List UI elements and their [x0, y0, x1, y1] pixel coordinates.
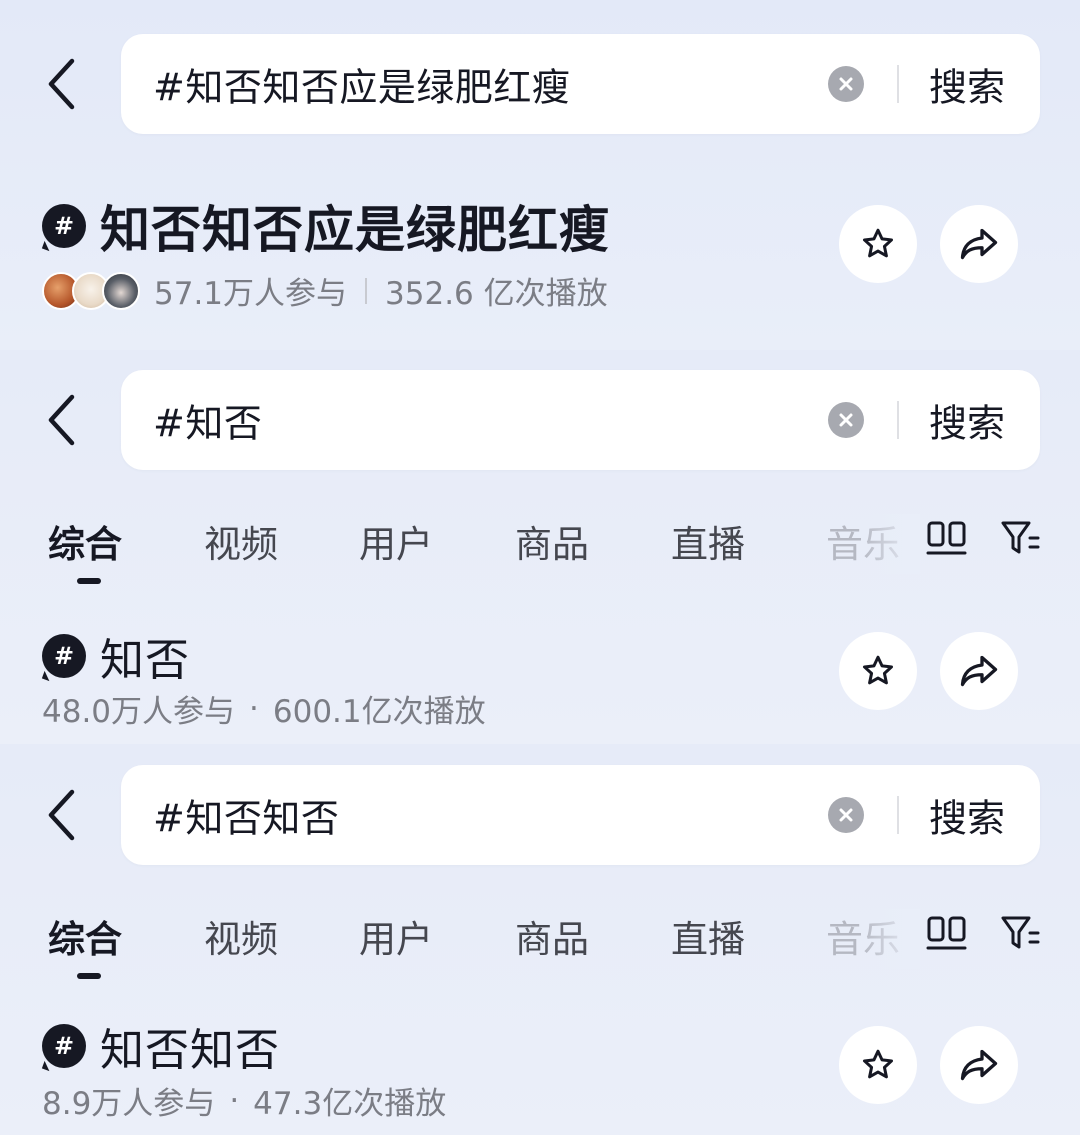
topic-header[interactable]: # 知否知否应是绿肥红瘦	[42, 190, 610, 262]
tab-music[interactable]: 音乐	[826, 909, 900, 963]
search-input[interactable]: #知否知否	[153, 788, 339, 843]
share-button[interactable]	[940, 632, 1018, 710]
search-bar: #知否知否应是绿肥红瘦 搜索	[121, 34, 1040, 134]
play-count: 352.6 亿次播放	[385, 276, 608, 312]
share-arrow-icon	[960, 655, 998, 687]
share-button[interactable]	[940, 205, 1018, 283]
stats-dot: ·	[229, 1082, 240, 1119]
active-tab-indicator	[77, 973, 101, 979]
chevron-left-icon	[48, 789, 75, 841]
star-outline-icon	[863, 655, 893, 685]
play-count: 600.1亿次播放	[272, 694, 486, 730]
clear-circle-icon	[839, 413, 853, 427]
search-divider	[897, 65, 899, 103]
tab-video[interactable]: 视频	[204, 909, 278, 963]
topic-hash-icon: #	[42, 634, 86, 678]
search-bar: #知否 搜索	[121, 370, 1040, 470]
stats-dot: ·	[249, 690, 259, 727]
participant-count: 48.0万人参与	[42, 694, 236, 730]
result-tabs: 综合 视频 用户 商品 直播 音乐	[0, 909, 1080, 999]
tab-video[interactable]: 视频	[204, 514, 278, 568]
clear-circle-icon	[839, 808, 853, 822]
share-arrow-icon	[960, 1049, 998, 1081]
clear-circle-icon	[839, 77, 853, 91]
participant-avatars	[42, 271, 140, 310]
back-button[interactable]	[36, 785, 86, 845]
clear-search-button[interactable]	[828, 402, 864, 438]
tab-comprehensive[interactable]: 综合	[48, 514, 122, 568]
clear-search-button[interactable]	[828, 797, 864, 833]
tab-music[interactable]: 音乐	[826, 514, 900, 568]
tab-users[interactable]: 用户	[359, 514, 433, 568]
star-outline-icon	[863, 1049, 893, 1079]
search-button[interactable]: 搜索	[929, 393, 1005, 448]
search-divider	[897, 401, 899, 439]
topic-hash-icon: #	[42, 204, 86, 248]
topic-hash-icon: #	[42, 1024, 86, 1068]
tab-users[interactable]: 用户	[359, 909, 433, 963]
search-button[interactable]: 搜索	[929, 57, 1005, 112]
search-button[interactable]: 搜索	[929, 788, 1005, 843]
tab-live[interactable]: 直播	[671, 909, 745, 963]
favorite-button[interactable]	[839, 632, 917, 710]
stats-divider	[365, 277, 368, 304]
topic-header[interactable]: # 知否	[42, 624, 190, 688]
tab-comprehensive[interactable]: 综合	[48, 909, 122, 963]
double-column-icon[interactable]	[926, 913, 968, 953]
star-outline-icon	[863, 228, 893, 258]
search-divider	[897, 796, 899, 834]
clear-search-button[interactable]	[828, 66, 864, 102]
favorite-button[interactable]	[839, 205, 917, 283]
topic-title: 知否知否应是绿肥红瘦	[100, 201, 610, 259]
result-tabs: 综合 视频 用户 商品 直播 音乐	[0, 514, 1080, 604]
chevron-left-icon	[48, 394, 75, 446]
avatar	[102, 271, 140, 310]
back-button[interactable]	[36, 54, 86, 114]
topic-title: 知否知否	[100, 1025, 280, 1076]
tab-live[interactable]: 直播	[671, 514, 745, 568]
search-result-screen-1: #知否知否应是绿肥红瘦 搜索 # 知否知否应是绿肥红瘦 57.1万人参与 352…	[0, 0, 1080, 350]
tab-products[interactable]: 商品	[515, 909, 589, 963]
double-column-icon[interactable]	[926, 518, 968, 558]
share-arrow-icon	[960, 228, 998, 260]
search-result-screen-3: #知否知否 搜索 综合 视频 用户 商品 直播 音乐 # 知否知否 8.9万人参…	[0, 744, 1080, 1135]
topic-header[interactable]: # 知否知否	[42, 1014, 280, 1078]
favorite-button[interactable]	[839, 1026, 917, 1104]
chevron-left-icon	[48, 58, 75, 110]
search-input[interactable]: #知否知否应是绿肥红瘦	[153, 57, 570, 112]
back-button[interactable]	[36, 390, 86, 450]
tab-products[interactable]: 商品	[515, 514, 589, 568]
topic-stats: 48.0万人参与 · 600.1亿次播放	[42, 686, 486, 731]
topic-stats: 8.9万人参与 · 47.3亿次播放	[42, 1078, 446, 1123]
active-tab-indicator	[77, 578, 101, 584]
filter-icon[interactable]	[1000, 518, 1042, 558]
search-result-screen-2: #知否 搜索 综合 视频 用户 商品 直播 音乐 # 知否 48.0万人参与 ·…	[0, 350, 1080, 744]
search-bar: #知否知否 搜索	[121, 765, 1040, 865]
topic-title: 知否	[100, 635, 190, 686]
share-button[interactable]	[940, 1026, 1018, 1104]
play-count: 47.3亿次播放	[253, 1086, 447, 1122]
participant-count: 8.9万人参与	[42, 1086, 216, 1122]
search-input[interactable]: #知否	[153, 393, 262, 448]
participant-count: 57.1万人参与	[154, 276, 348, 312]
filter-icon[interactable]	[1000, 913, 1042, 953]
topic-stats: 57.1万人参与 352.6 亿次播放	[42, 268, 608, 313]
